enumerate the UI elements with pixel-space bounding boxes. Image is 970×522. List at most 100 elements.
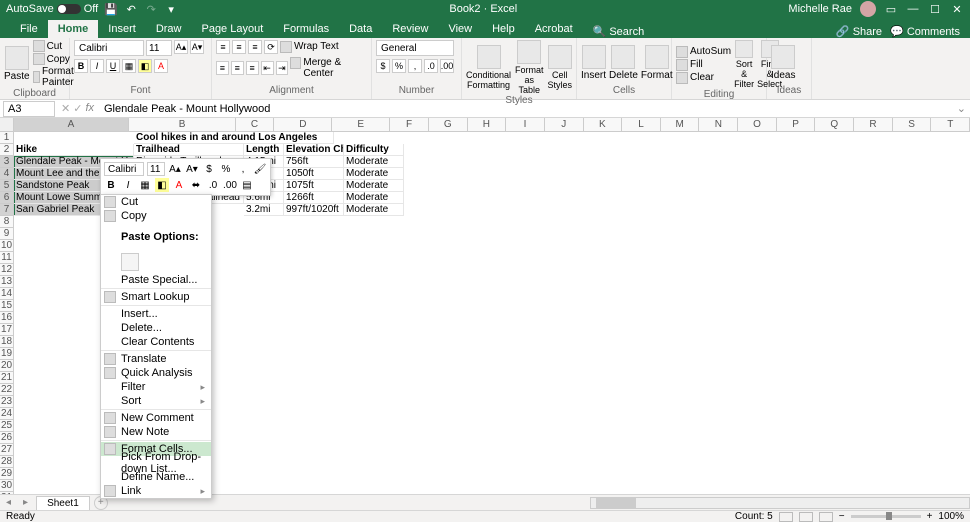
cancel-formula-icon[interactable]: ✕ — [61, 102, 70, 115]
minimize-icon[interactable]: — — [906, 2, 920, 16]
row-header-8[interactable]: 8 — [0, 216, 14, 228]
orientation-icon[interactable]: ⟳ — [264, 40, 278, 54]
row-header-1[interactable]: 1 — [0, 132, 14, 144]
enter-formula-icon[interactable]: ✓ — [73, 102, 82, 115]
column-header-I[interactable]: I — [506, 118, 545, 131]
mini-font-color-button[interactable]: A — [172, 178, 186, 192]
format-cells-button[interactable]: Format — [641, 45, 673, 81]
cell-E7[interactable]: Moderate — [344, 204, 404, 216]
tab-home[interactable]: Home — [48, 20, 99, 38]
cell-C7[interactable]: 3.2mi — [244, 204, 284, 216]
mini-inc-decimal-icon[interactable]: .0 — [206, 178, 220, 192]
formula-input[interactable]: Glendale Peak - Mount Hollywood — [100, 103, 953, 115]
mini-percent-icon[interactable]: % — [219, 162, 233, 176]
column-header-L[interactable]: L — [622, 118, 661, 131]
row-header-6[interactable]: 6 — [0, 192, 14, 204]
menu-item-link[interactable]: Link▸ — [101, 484, 211, 498]
row-header-14[interactable]: 14 — [0, 288, 14, 300]
select-all-corner[interactable] — [0, 118, 14, 131]
column-header-C[interactable]: C — [236, 118, 275, 131]
sheet-tab-1[interactable]: Sheet1 — [36, 496, 90, 510]
menu-item-define-name[interactable]: Define Name... — [101, 470, 211, 484]
sheet-nav-prev-icon[interactable]: ◂ — [0, 497, 17, 508]
number-format-select[interactable] — [376, 40, 454, 56]
menu-item-new-note[interactable]: New Note — [101, 425, 211, 439]
zoom-level[interactable]: 100% — [938, 511, 964, 522]
user-avatar[interactable] — [860, 1, 876, 17]
row-header-7[interactable]: 7 — [0, 204, 14, 216]
save-icon[interactable]: 💾 — [104, 2, 118, 16]
mini-format-painter-icon[interactable]: 🖌 — [253, 162, 267, 176]
close-icon[interactable]: ✕ — [950, 2, 964, 16]
font-size-select[interactable] — [146, 40, 172, 56]
formula-expand-icon[interactable]: ⌄ — [953, 102, 970, 115]
align-middle-icon[interactable]: ≡ — [232, 40, 246, 54]
tab-draw[interactable]: Draw — [146, 20, 192, 38]
mini-increase-font-icon[interactable]: A▴ — [168, 162, 182, 176]
tab-view[interactable]: View — [438, 20, 482, 38]
row-header-2[interactable]: 2 — [0, 144, 14, 156]
column-header-G[interactable]: G — [429, 118, 468, 131]
menu-item-cut[interactable]: Cut — [101, 195, 211, 209]
increase-font-icon[interactable]: A▴ — [174, 40, 188, 54]
menu-item-pick-from-drop-down-list[interactable]: Pick From Drop-down List... — [101, 456, 211, 470]
bold-button[interactable]: B — [74, 59, 88, 73]
page-break-view-icon[interactable] — [819, 512, 833, 522]
search-box[interactable]: 🔍 Search — [593, 25, 645, 38]
clear-button[interactable]: Clear — [676, 72, 731, 84]
mini-fill-color-button[interactable]: ◧ — [155, 178, 169, 192]
wrap-text-button[interactable]: Wrap Text — [280, 41, 339, 53]
column-header-O[interactable]: O — [738, 118, 777, 131]
column-header-H[interactable]: H — [468, 118, 507, 131]
cell-E6[interactable]: Moderate — [344, 192, 404, 204]
font-color-button[interactable]: A — [154, 59, 168, 73]
insert-cells-button[interactable]: Insert — [581, 45, 606, 81]
increase-decimal-icon[interactable]: .0 — [424, 59, 438, 73]
column-header-P[interactable]: P — [777, 118, 816, 131]
row-header-16[interactable]: 16 — [0, 312, 14, 324]
tab-help[interactable]: Help — [482, 20, 525, 38]
border-button[interactable]: ▦ — [122, 59, 136, 73]
tab-page-layout[interactable]: Page Layout — [191, 20, 273, 38]
row-header-10[interactable]: 10 — [0, 240, 14, 252]
conditional-formatting-button[interactable]: Conditional Formatting — [466, 45, 511, 90]
paste-button[interactable]: Paste — [4, 46, 30, 82]
indent-decrease-icon[interactable]: ⇤ — [261, 61, 274, 75]
row-header-25[interactable]: 25 — [0, 420, 14, 432]
row-header-13[interactable]: 13 — [0, 276, 14, 288]
tab-formulas[interactable]: Formulas — [273, 20, 339, 38]
column-header-B[interactable]: B — [129, 118, 235, 131]
column-header-K[interactable]: K — [584, 118, 623, 131]
row-header-12[interactable]: 12 — [0, 264, 14, 276]
column-header-F[interactable]: F — [390, 118, 429, 131]
column-header-T[interactable]: T — [931, 118, 970, 131]
currency-button[interactable]: $ — [376, 59, 390, 73]
row-header-30[interactable]: 30 — [0, 480, 14, 492]
menu-item-paste-options[interactable]: Paste Options: — [101, 223, 211, 251]
row-header-18[interactable]: 18 — [0, 336, 14, 348]
row-header-21[interactable]: 21 — [0, 372, 14, 384]
menu-item-paste-special[interactable]: Paste Special... — [101, 273, 211, 287]
align-left-icon[interactable]: ≡ — [216, 61, 229, 75]
menu-item-insert[interactable]: Insert... — [101, 307, 211, 321]
row-header-26[interactable]: 26 — [0, 432, 14, 444]
fx-icon[interactable]: fx — [85, 102, 94, 115]
menu-item-quick-analysis[interactable]: Quick Analysis — [101, 366, 211, 380]
menu-item-smart-lookup[interactable]: Smart Lookup — [101, 290, 211, 304]
row-header-19[interactable]: 19 — [0, 348, 14, 360]
row-header-22[interactable]: 22 — [0, 384, 14, 396]
cell-D2[interactable]: Elevation Change — [284, 144, 344, 156]
menu-item-copy[interactable]: Copy — [101, 209, 211, 223]
tab-file[interactable]: File — [10, 20, 48, 38]
comments-button[interactable]: 💬 Comments — [890, 25, 960, 38]
decrease-decimal-icon[interactable]: .00 — [440, 59, 454, 73]
align-top-icon[interactable]: ≡ — [216, 40, 230, 54]
undo-icon[interactable]: ↶ — [124, 2, 138, 16]
mini-currency-icon[interactable]: $ — [202, 162, 216, 176]
column-header-M[interactable]: M — [661, 118, 700, 131]
row-header-28[interactable]: 28 — [0, 456, 14, 468]
ideas-button[interactable]: Ideas — [771, 45, 795, 81]
row-header-3[interactable]: 3 — [0, 156, 14, 168]
column-header-D[interactable]: D — [274, 118, 332, 131]
cell-D6[interactable]: 1266ft — [284, 192, 344, 204]
